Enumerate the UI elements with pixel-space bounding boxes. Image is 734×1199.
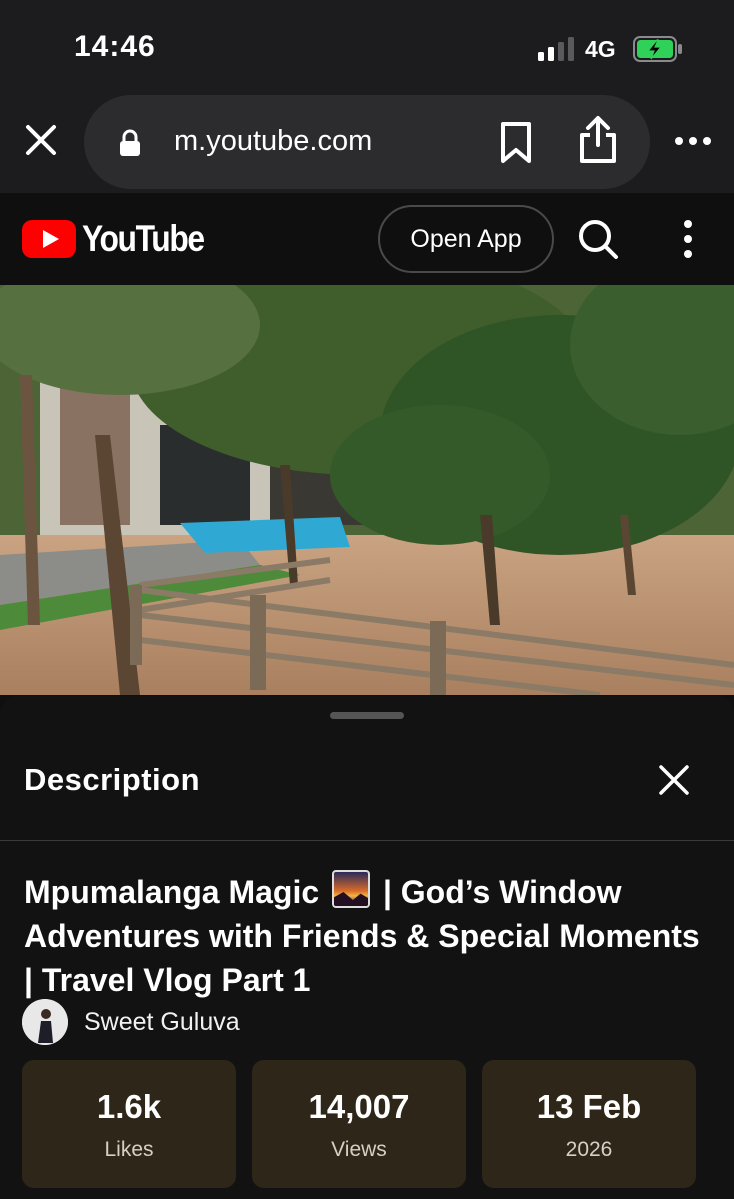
- signal-strength-icon: [538, 37, 574, 61]
- browser-toolbar: m.youtube.com: [0, 95, 734, 193]
- more-horizontal-icon[interactable]: [672, 123, 714, 159]
- close-tab-button[interactable]: [18, 117, 64, 163]
- youtube-header: YouTube Open App: [0, 193, 734, 285]
- views-stat: 14,007 Views: [252, 1060, 466, 1188]
- lock-icon: [120, 129, 140, 156]
- status-bar: 14:46 4G: [0, 0, 734, 95]
- stat-value: 1.6k: [96, 1088, 162, 1125]
- address-bar[interactable]: m.youtube.com: [84, 95, 650, 189]
- more-vertical-icon[interactable]: [674, 217, 702, 261]
- battery-charging-icon: [633, 36, 682, 62]
- youtube-wordmark: YouTube: [82, 218, 205, 259]
- stat-value: 14,007: [308, 1088, 410, 1125]
- panel-title: Description: [24, 762, 201, 797]
- avatar[interactable]: [22, 999, 68, 1045]
- likes-stat: 1.6k Likes: [22, 1060, 236, 1188]
- network-type: 4G: [585, 36, 616, 62]
- stat-value: 13 Feb: [536, 1088, 642, 1125]
- date-stat: 13 Feb 2026: [482, 1060, 696, 1188]
- bookmark-icon[interactable]: [496, 121, 536, 165]
- open-app-button[interactable]: Open App: [378, 205, 554, 273]
- url-text: m.youtube.com: [174, 125, 373, 157]
- mobile-browser-page: 14:46 4G m.youtube.com YouTube Open App …: [0, 0, 734, 1199]
- sunrise-over-mountains-emoji: [332, 870, 371, 908]
- search-icon[interactable]: [576, 217, 620, 261]
- status-time: 14:46: [74, 30, 156, 63]
- description-panel: Description Mpumalanga Magic | God’s Win…: [0, 696, 734, 1199]
- video-title-text: Mpumalanga Magic: [24, 874, 320, 910]
- youtube-play-icon: [22, 220, 76, 258]
- video-player[interactable]: [0, 285, 734, 695]
- close-icon: [26, 125, 56, 155]
- channel-name[interactable]: Sweet Guluva: [84, 1008, 240, 1037]
- stat-label: 2026: [565, 1138, 613, 1161]
- divider: [0, 840, 734, 841]
- video-frame-image: [0, 285, 734, 695]
- stat-label: Views: [331, 1138, 387, 1161]
- close-icon[interactable]: [656, 762, 692, 798]
- share-icon[interactable]: [576, 115, 620, 165]
- stat-label: Likes: [104, 1138, 154, 1161]
- youtube-logo[interactable]: YouTube: [22, 218, 224, 259]
- video-title: Mpumalanga Magic | God’s Window Adventur…: [24, 870, 704, 1002]
- channel-row[interactable]: Sweet Guluva: [22, 998, 240, 1046]
- drag-handle[interactable]: [330, 712, 404, 719]
- stats-row: 1.6k Likes 14,007 Views 13 Feb 2026: [22, 1060, 712, 1188]
